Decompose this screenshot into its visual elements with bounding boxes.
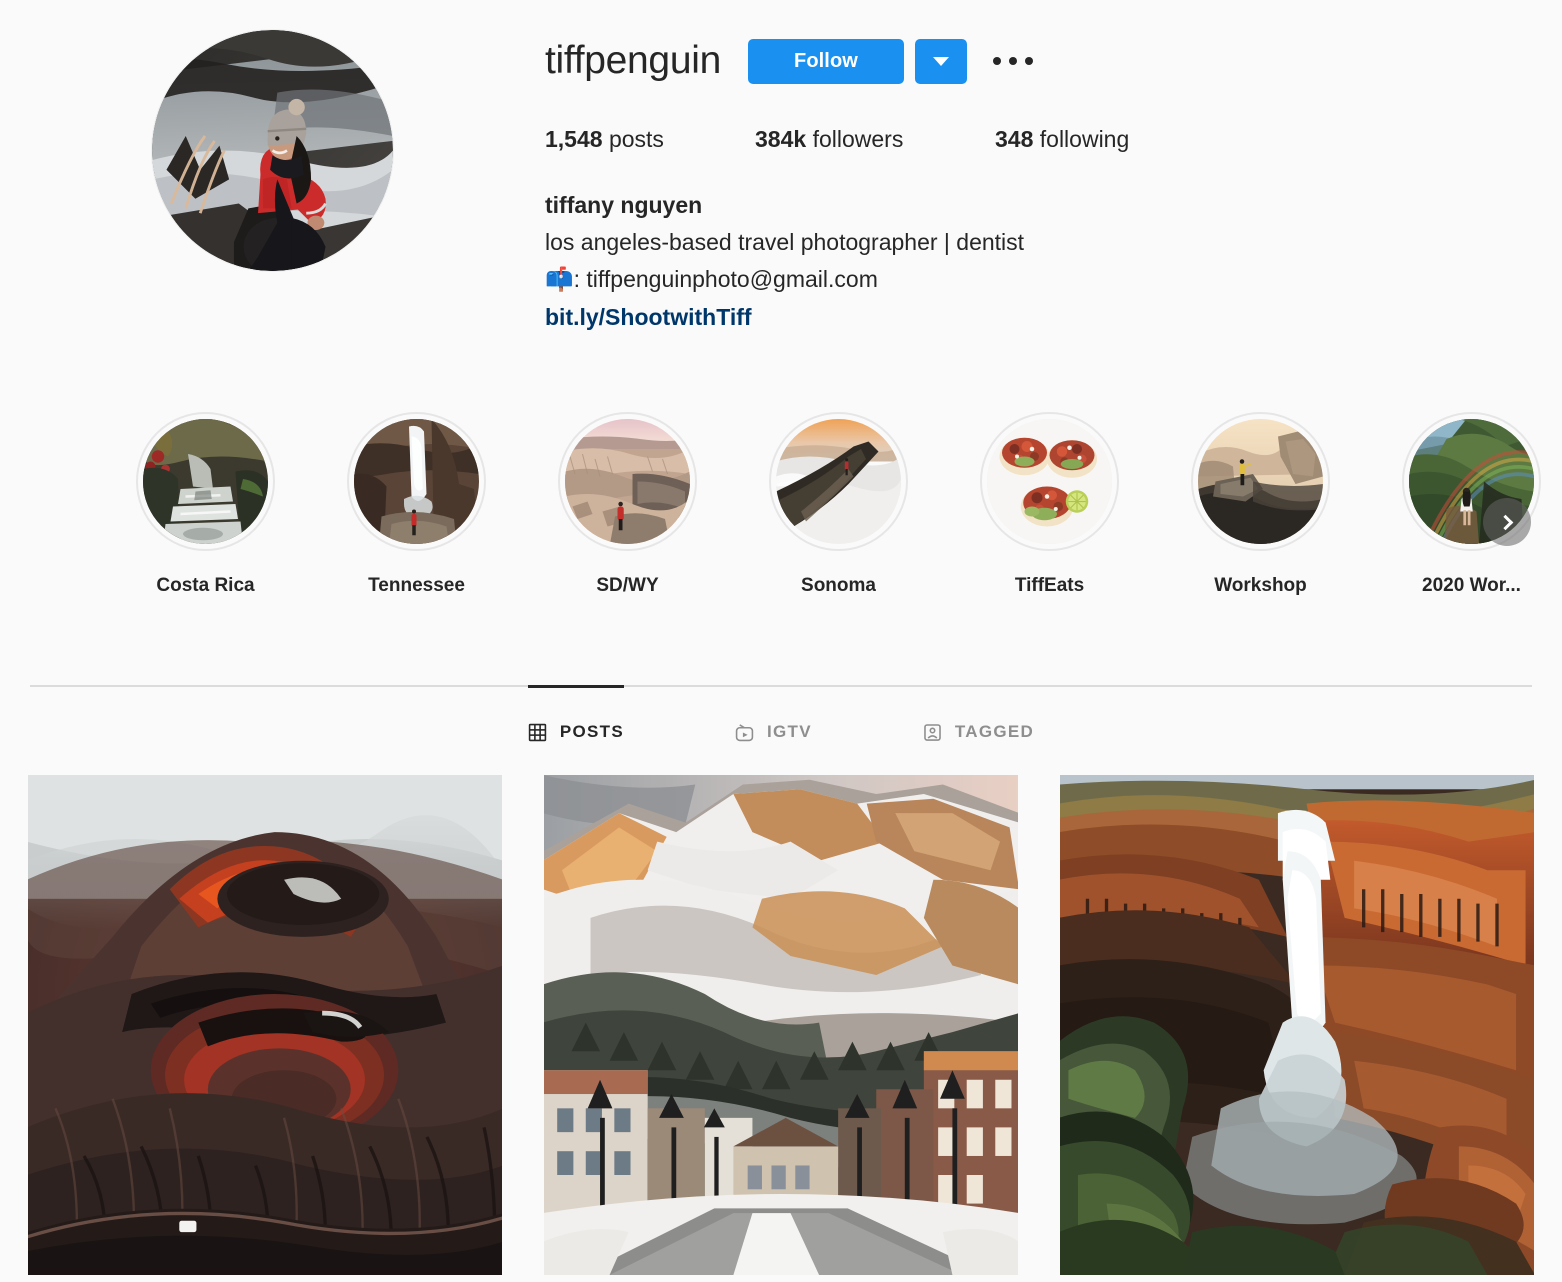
- tab-posts[interactable]: POSTS: [527, 685, 625, 759]
- highlights-next-button[interactable]: [1483, 498, 1531, 546]
- posts-count: 1,548: [545, 126, 603, 152]
- tacos-image: [987, 419, 1112, 544]
- highlight-tiffeats[interactable]: TiffEats: [944, 412, 1155, 627]
- followers-count: 384k: [755, 126, 807, 152]
- highlight-label: 2020 Wor...: [1422, 575, 1521, 596]
- instagram-profile-page: tiffpenguin Follow 1,548 posts 384k foll…: [0, 0, 1562, 1282]
- profile-stats: 1,548 posts 384k followers 348 following: [545, 125, 1562, 153]
- profile-avatar[interactable]: [151, 29, 394, 272]
- highlight-label: Sonoma: [801, 575, 876, 596]
- followers-label: followers: [812, 126, 904, 152]
- highlight-ring: [769, 412, 908, 551]
- bio-line-1: los angeles-based travel photographer | …: [545, 229, 1025, 255]
- profile-tabs: POSTS IGTV TAGGED: [30, 685, 1532, 757]
- following-label: following: [1039, 126, 1130, 152]
- post-thumbnail-3[interactable]: [1060, 775, 1534, 1275]
- highlight-sonoma[interactable]: Sonoma: [733, 412, 944, 627]
- highlight-thumbnail: [565, 419, 690, 544]
- post-thumbnail-1[interactable]: [28, 775, 502, 1275]
- avatar-image: [152, 30, 393, 271]
- highlight-label: SD/WY: [596, 575, 659, 596]
- canyon-waterfall-image: [1060, 775, 1534, 1275]
- highlight-sd-wy[interactable]: SD/WY: [522, 412, 733, 627]
- chevron-right-icon: [1497, 514, 1514, 530]
- cliff-overlook-image: [1198, 419, 1323, 544]
- ellipsis-icon: [1024, 57, 1033, 65]
- profile-info-column: tiffpenguin Follow 1,548 posts 384k foll…: [545, 0, 1562, 390]
- tab-igtv[interactable]: IGTV: [735, 687, 812, 759]
- page-title: tiffpenguin: [545, 39, 721, 82]
- tab-label: IGTV: [766, 722, 812, 741]
- stat-followers[interactable]: 384k followers: [755, 125, 995, 153]
- highlight-label: Tennessee: [368, 575, 465, 596]
- tab-label: TAGGED: [954, 722, 1035, 741]
- stat-posts: 1,548 posts: [545, 125, 755, 153]
- avatar-column: [0, 0, 545, 390]
- full-name: tiffany nguyen: [545, 192, 703, 218]
- highlight-thumbnail: [987, 419, 1112, 544]
- tagged-icon: [923, 723, 942, 742]
- highlight-thumbnail: [776, 419, 901, 544]
- chevron-down-icon: [932, 56, 949, 66]
- highlight-thumbnail: [354, 419, 479, 544]
- highlight-ring: [980, 412, 1119, 551]
- highlight-tennessee[interactable]: Tennessee: [311, 412, 522, 627]
- follow-dropdown-button[interactable]: [914, 38, 967, 84]
- posts-label: posts: [608, 126, 664, 152]
- highlight-label: TiffEats: [1014, 575, 1085, 596]
- profile-bio: tiffany nguyen los angeles-based travel …: [545, 187, 1562, 336]
- stat-following[interactable]: 348 following: [995, 125, 1129, 153]
- ellipsis-icon: [992, 57, 1001, 65]
- following-count: 348: [995, 126, 1034, 152]
- grid-icon: [528, 723, 547, 742]
- highlight-label: Workshop: [1214, 575, 1307, 596]
- highlight-workshop[interactable]: Workshop: [1155, 412, 1366, 627]
- highlight-ring: [558, 412, 697, 551]
- highlight-costa-rica[interactable]: Costa Rica: [100, 412, 311, 627]
- post-grid: [28, 775, 1534, 1275]
- ridge-above-clouds-image: [776, 419, 901, 544]
- bio-line-email: 📫: tiffpenguinphoto@gmail.com: [545, 261, 1562, 299]
- bio-email-text: : tiffpenguinphoto@gmail.com: [573, 266, 878, 292]
- mailbox-icon: 📫: [545, 267, 574, 293]
- follow-button[interactable]: Follow: [747, 38, 904, 84]
- highlight-ring: [1191, 412, 1330, 551]
- bio-link[interactable]: bit.ly/ShootwithTiff: [545, 304, 752, 330]
- highlight-ring: [136, 412, 275, 551]
- tall-waterfall-image: [354, 419, 479, 544]
- username-row: tiffpenguin Follow: [545, 36, 1562, 86]
- tab-label: POSTS: [559, 722, 624, 741]
- badlands-image: [565, 419, 690, 544]
- ellipsis-icon: [1008, 57, 1017, 65]
- story-highlights: Costa Rica Tennessee SD/WY Sonoma TiffEa…: [0, 412, 1562, 627]
- more-options-button[interactable]: [989, 41, 1037, 81]
- volcano-crater-image: [28, 775, 502, 1275]
- highlight-label: Costa Rica: [156, 575, 255, 596]
- highlight-thumbnail: [1198, 419, 1323, 544]
- snowy-mountain-town-image: [544, 775, 1018, 1275]
- profile-header: tiffpenguin Follow 1,548 posts 384k foll…: [0, 0, 1562, 390]
- highlight-ring: [347, 412, 486, 551]
- igtv-icon: [735, 723, 754, 742]
- tab-tagged[interactable]: TAGGED: [923, 687, 1034, 759]
- jungle-waterfall-image: [143, 419, 268, 544]
- highlight-2020-workshops[interactable]: 2020 Wor...: [1366, 412, 1562, 627]
- post-thumbnail-2[interactable]: [544, 775, 1018, 1275]
- highlight-thumbnail: [143, 419, 268, 544]
